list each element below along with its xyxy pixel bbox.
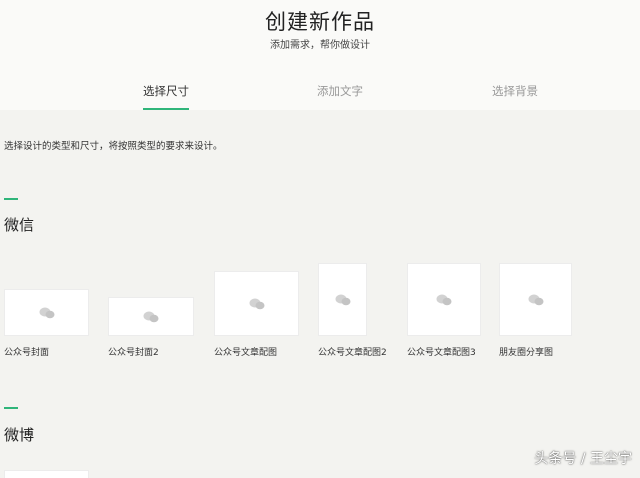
instruction-text: 选择设计的类型和尺寸，将按照类型的要求来设计。 — [4, 141, 223, 152]
section-title-wechat: 微信 — [4, 216, 35, 234]
watermark: 头条号 / 王尘宇 — [534, 451, 632, 467]
template-label: 公众号文章配图 — [214, 348, 278, 358]
page-header: 创建新作品 添加需求，帮你做设计 选择尺寸 添加文字 选择背景 — [0, 0, 640, 110]
wechat-icon — [528, 294, 543, 305]
tab-select-background[interactable]: 选择背景 — [455, 83, 575, 99]
template-card-article-image-2[interactable] — [318, 263, 367, 336]
template-card-moments-share[interactable] — [499, 263, 572, 336]
wechat-icon — [143, 311, 159, 322]
section-accent-bar — [4, 198, 18, 200]
section-accent-bar — [4, 407, 18, 409]
template-label: 公众号封面2 — [108, 348, 159, 358]
template-label: 公众号封面 — [4, 348, 50, 358]
template-label: 公众号文章配图3 — [407, 348, 476, 358]
section-title-weibo: 微博 — [4, 426, 35, 444]
template-card-official-cover-2[interactable] — [108, 297, 194, 336]
page-title: 创建新作品 — [265, 10, 375, 34]
active-tab-indicator — [143, 108, 189, 110]
template-card-article-image[interactable] — [214, 271, 299, 336]
tab-add-text[interactable]: 添加文字 — [280, 83, 400, 99]
template-card-official-cover[interactable] — [4, 289, 89, 336]
page-subtitle: 添加需求，帮你做设计 — [270, 40, 370, 51]
tab-select-size[interactable]: 选择尺寸 — [106, 83, 226, 99]
wechat-icon — [249, 298, 264, 309]
wechat-icon — [335, 294, 350, 305]
wechat-icon — [436, 294, 452, 305]
template-label: 朋友圈分享图 — [499, 348, 554, 358]
template-label: 公众号文章配图2 — [318, 348, 387, 358]
template-card-article-image-3[interactable] — [407, 263, 481, 336]
wechat-icon — [39, 307, 54, 318]
template-card-weibo-partial[interactable] — [4, 470, 89, 478]
